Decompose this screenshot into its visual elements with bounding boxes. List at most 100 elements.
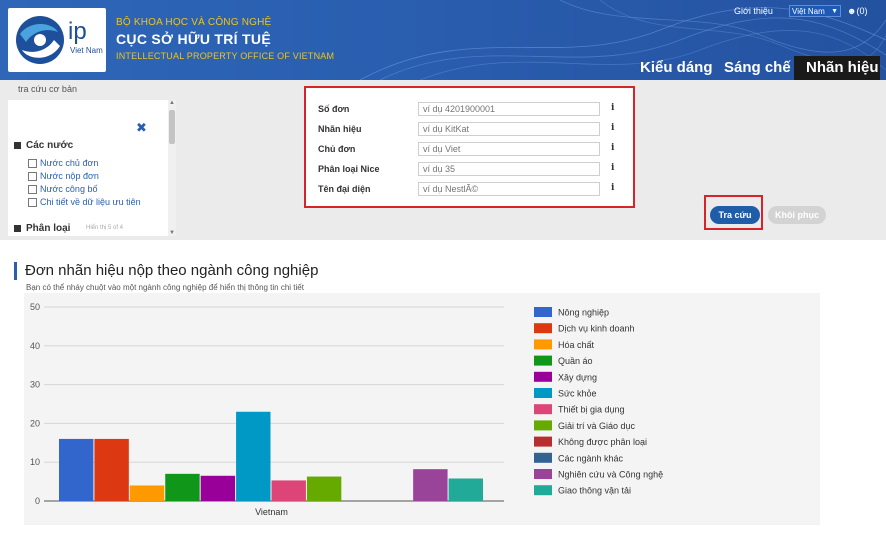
scrollbar-thumb[interactable] [169, 110, 175, 144]
class-title: Phân loại [26, 223, 71, 234]
country-option-applicant[interactable]: Nước chủ đơn [28, 158, 99, 169]
legend-label[interactable]: Hóa chất [558, 340, 595, 350]
y-tick-label: 40 [30, 341, 40, 351]
language-value: Việt Nam [792, 7, 825, 16]
collapse-icon [14, 141, 21, 149]
legend-swatch[interactable] [534, 307, 552, 317]
tab-patent[interactable]: Sáng chế [724, 56, 791, 80]
bar-5[interactable] [200, 475, 236, 501]
bar-12[interactable] [448, 478, 483, 501]
logo-text: ip [68, 18, 87, 45]
checkbox[interactable] [28, 172, 37, 182]
filter-scrollbar[interactable] [168, 100, 176, 236]
legend-swatch[interactable] [534, 339, 552, 350]
info-icon[interactable]: i [611, 103, 614, 113]
chart-subtitle: Bạn có thể nháy chuột vào một ngành công… [26, 283, 304, 292]
legend-swatch[interactable] [534, 485, 552, 496]
legend-swatch[interactable] [534, 452, 552, 463]
scroll-up-icon[interactable]: ▲ [169, 100, 175, 106]
office-name: CỤC SỞ HỮU TRÍ TUỆ [116, 31, 271, 47]
country-option-filing[interactable]: Nước nộp đơn [28, 171, 99, 182]
site-header: ip Viet Nam BỘ KHOA HỌC VÀ CÔNG NGHỆ CỤC… [0, 0, 886, 80]
logo-subtext: Viet Nam [70, 46, 103, 55]
countries-section-title[interactable]: Các nước [14, 140, 73, 151]
info-icon[interactable]: i [611, 143, 614, 153]
bar-1[interactable] [59, 438, 94, 501]
info-icon[interactable]: i [611, 183, 614, 193]
field-label-applicant: Chủ đơn [318, 144, 356, 154]
user-count: (0) [856, 6, 868, 16]
legend-label[interactable]: Nghiên cứu và Công nghệ [558, 470, 663, 480]
y-tick-label: 0 [35, 496, 40, 506]
legend-label[interactable]: Quần áo [558, 356, 593, 366]
info-icon[interactable]: i [611, 163, 614, 173]
country-option-priority[interactable]: Chi tiết về dữ liệu ưu tiên [28, 197, 141, 208]
legend-swatch[interactable] [534, 388, 552, 398]
country-option-publication[interactable]: Nước công bố [28, 184, 97, 195]
legend-label[interactable]: Không được phân loại [558, 437, 647, 447]
chevron-down-icon: ▼ [831, 8, 838, 15]
bar-11[interactable] [413, 469, 448, 501]
bar-6[interactable] [236, 411, 271, 501]
tab-trademark[interactable]: Nhãn hiệu [794, 56, 880, 80]
x-category-label: Vietnam [255, 507, 288, 517]
option-label: Chi tiết về dữ liệu ưu tiên [40, 197, 141, 207]
nice-class-input[interactable] [418, 162, 600, 176]
ip-logo-icon [16, 16, 64, 64]
office-name-en: INTELLECTUAL PROPERTY OFFICE OF VIETNAM [116, 51, 335, 61]
field-label-nice-class: Phân loại Nice [318, 164, 380, 174]
bar-chart: 0 10 20 30 40 50 Vietnam Nông nghiệp Dịch vụ kin… [30, 302, 663, 517]
trademark-input[interactable] [418, 122, 600, 136]
application-number-input[interactable] [418, 102, 600, 116]
y-tick-label: 30 [30, 380, 40, 390]
reset-button[interactable]: Khôi phục [768, 206, 826, 224]
legend-label[interactable]: Giao thông vận tải [558, 486, 631, 496]
intro-link[interactable]: Giới thiệu [734, 6, 773, 16]
legend-label[interactable]: Giải trí và Giáo dục [558, 421, 636, 431]
search-button[interactable]: Tra cứu [710, 206, 760, 224]
collapse-icon [14, 224, 21, 232]
legend-label[interactable]: Dịch vụ kinh doanh [558, 324, 635, 334]
user-link[interactable]: ☻(0) [847, 6, 867, 16]
bar-2[interactable] [94, 438, 129, 501]
basic-search-link[interactable]: tra cứu cơ bản [18, 84, 77, 94]
bar-4[interactable] [165, 473, 200, 501]
legend-label[interactable]: Thiết bị gia dụng [558, 405, 625, 415]
checkbox[interactable] [28, 198, 37, 208]
option-label: Nước chủ đơn [40, 158, 99, 168]
y-tick-label: 10 [30, 457, 40, 467]
scroll-down-icon[interactable]: ▼ [169, 230, 175, 236]
legend-swatch[interactable] [534, 355, 552, 366]
legend-swatch[interactable] [534, 323, 552, 334]
applicant-input[interactable] [418, 142, 600, 156]
tab-design[interactable]: Kiểu dáng [640, 56, 713, 80]
checkbox[interactable] [28, 185, 37, 195]
bar-8[interactable] [306, 476, 342, 501]
class-section-title[interactable]: Phân loại [14, 223, 70, 234]
legend-label[interactable]: Nông nghiệp [558, 308, 609, 318]
language-select[interactable]: Việt Nam ▼ [789, 5, 841, 17]
bar-3[interactable] [129, 485, 165, 501]
legend-swatch[interactable] [534, 469, 552, 479]
countries-title: Các nước [26, 140, 74, 151]
chart-panel: 0 10 20 30 40 50 Vietnam Nông nghiệp Dịch vụ kin… [24, 293, 820, 525]
ministry-name: BỘ KHOA HỌC VÀ CÔNG NGHỆ [116, 17, 272, 28]
checkbox[interactable] [28, 159, 37, 169]
legend-label[interactable]: Xây dựng [558, 372, 597, 382]
legend-swatch[interactable] [534, 371, 552, 382]
legend-swatch[interactable] [534, 420, 552, 431]
search-form: Số đơn i Nhãn hiệu i Chủ đơn i Phân loại… [304, 86, 635, 208]
y-tick-label: 20 [30, 418, 40, 428]
bar-7[interactable] [271, 480, 306, 501]
representative-input[interactable] [418, 182, 600, 196]
field-label-trademark: Nhãn hiệu [318, 124, 362, 134]
y-tick-label: 50 [30, 302, 40, 312]
legend-label[interactable]: Sức khỏe [558, 389, 597, 399]
close-icon[interactable]: ✖ [136, 120, 147, 136]
logo[interactable]: ip Viet Nam [8, 8, 106, 72]
option-label: Nước nộp đơn [40, 171, 99, 181]
legend-label[interactable]: Các ngành khác [558, 453, 624, 463]
info-icon[interactable]: i [611, 123, 614, 133]
legend-swatch[interactable] [534, 404, 552, 415]
legend-swatch[interactable] [534, 436, 552, 447]
